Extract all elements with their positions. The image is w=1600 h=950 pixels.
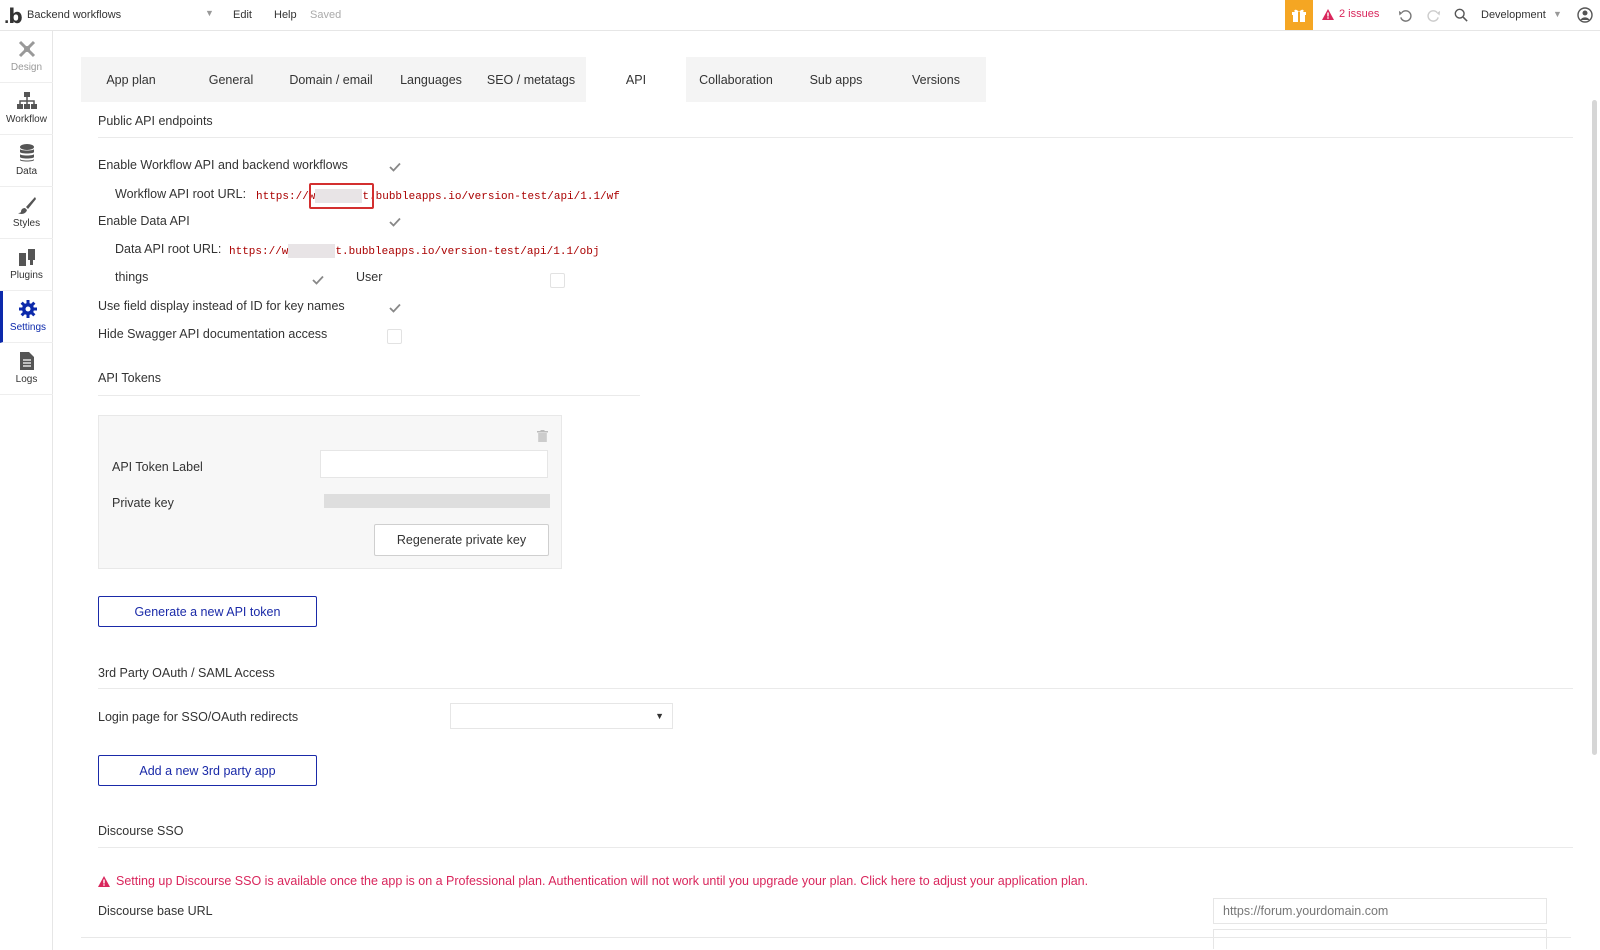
hide-swagger-checkbox[interactable] (387, 329, 402, 344)
sidebar-item-label: Styles (12, 218, 41, 229)
tab-seo-metatags[interactable]: SEO / metatags (481, 57, 581, 102)
sidebar-item-data[interactable]: Data (0, 135, 53, 187)
tab-api[interactable]: API (586, 57, 686, 102)
sidebar-item-settings[interactable]: Settings (0, 291, 53, 343)
divider (98, 688, 1573, 689)
sidebar-item-design[interactable]: Design (0, 31, 53, 83)
sidebar-item-logs[interactable]: Logs (0, 343, 53, 395)
section-title-api-tokens: API Tokens (98, 371, 162, 385)
warning-icon (98, 875, 110, 887)
scrollbar[interactable] (1592, 100, 1597, 755)
regenerate-private-key-button[interactable]: Regenerate private key (374, 524, 549, 556)
divider (98, 395, 640, 396)
sidebar-item-label: Plugins (10, 270, 43, 281)
trash-icon[interactable] (537, 430, 548, 445)
data-root-url[interactable]: https://w t.bubbleapps.io/version-test/ap… (229, 244, 599, 258)
enable-data-api-label: Enable Data API (98, 214, 190, 228)
document-icon (19, 352, 34, 370)
field-display-label: Use field display instead of ID for key … (98, 299, 345, 313)
chevron-down-icon: ▼ (655, 711, 664, 721)
sidebar-item-label: Design (10, 62, 43, 73)
highlight-box (309, 183, 374, 209)
divider (98, 137, 1573, 138)
divider (81, 937, 1571, 938)
checkmark-icon (389, 162, 401, 172)
data-root-url-label: Data API root URL: (115, 242, 222, 256)
left-sidebar: Design Workflow Data Styles Plugins Sett… (0, 31, 53, 950)
login-page-dropdown[interactable]: ▼ (450, 703, 673, 729)
api-token-label-label: API Token Label (112, 460, 203, 474)
tab-versions[interactable]: Versions (886, 57, 986, 102)
discourse-base-url-label: Discourse base URL (98, 904, 213, 918)
page-selector[interactable]: Backend workflows (27, 9, 121, 21)
warning-icon (1322, 8, 1334, 20)
generate-api-token-button[interactable]: Generate a new API token (98, 596, 317, 627)
issues-indicator[interactable]: 2 issues (1322, 8, 1379, 20)
gear-icon (19, 300, 37, 318)
sidebar-item-styles[interactable]: Styles (0, 187, 53, 239)
sidebar-item-label: Workflow (6, 114, 47, 125)
redo-icon[interactable] (1424, 6, 1442, 24)
workflow-root-url-label: Workflow API root URL: (115, 187, 247, 201)
save-status: Saved (310, 9, 342, 21)
hide-swagger-label: Hide Swagger API documentation access (98, 327, 328, 341)
chevron-down-icon[interactable]: ▼ (205, 8, 214, 18)
issues-count: 2 issues (1339, 8, 1380, 20)
bubble-logo[interactable]: .b (4, 4, 23, 28)
gift-button[interactable] (1285, 0, 1313, 30)
section-title-discourse: Discourse SSO (98, 824, 184, 838)
section-title-public-api: Public API endpoints (98, 114, 213, 128)
data-type-user-checkbox[interactable] (550, 273, 565, 288)
sidebar-item-plugins[interactable]: Plugins (0, 239, 53, 291)
data-type-things-label: things (115, 270, 149, 284)
discourse-plan-warning[interactable]: Setting up Discourse SSO is available on… (98, 874, 1088, 888)
tab-domain-email[interactable]: Domain / email (281, 57, 381, 102)
enable-data-api-checkbox[interactable] (387, 214, 403, 230)
divider (98, 847, 1573, 848)
tab-sub-apps[interactable]: Sub apps (786, 57, 886, 102)
section-title-oauth: 3rd Party OAuth / SAML Access (98, 666, 275, 680)
checkmark-icon (389, 217, 401, 227)
checkmark-icon (312, 275, 324, 285)
sidebar-item-label: Logs (15, 374, 38, 385)
plug-icon (18, 249, 35, 266)
tab-app-plan[interactable]: App plan (81, 57, 181, 102)
edit-menu[interactable]: Edit (233, 9, 252, 21)
tab-general[interactable]: General (181, 57, 281, 102)
private-key-value (324, 494, 550, 508)
top-bar: .b Backend workflows ▼ Edit Help Saved 2… (0, 0, 1600, 31)
user-account-icon[interactable] (1576, 6, 1594, 24)
field-display-checkbox[interactable] (387, 300, 403, 316)
sidebar-item-workflow[interactable]: Workflow (0, 83, 53, 135)
sidebar-item-label: Data (15, 166, 38, 177)
help-menu[interactable]: Help (274, 9, 297, 21)
redacted-text (288, 244, 336, 258)
data-type-things-checkbox[interactable] (310, 272, 326, 288)
enable-workflow-checkbox[interactable] (387, 159, 403, 175)
gift-icon (1292, 9, 1306, 22)
undo-icon[interactable] (1396, 6, 1414, 24)
tab-languages[interactable]: Languages (381, 57, 481, 102)
enable-workflow-label: Enable Workflow API and backend workflow… (98, 158, 348, 172)
data-type-user-label: User (356, 270, 383, 284)
brush-icon (17, 197, 36, 214)
api-token-label-input[interactable] (320, 450, 548, 478)
chevron-down-icon[interactable]: ▼ (1553, 9, 1562, 19)
discourse-secret-input[interactable] (1213, 929, 1547, 949)
database-icon (19, 144, 34, 162)
checkmark-icon (389, 303, 401, 313)
sidebar-item-label: Settings (9, 322, 47, 333)
settings-tabs: App plan General Domain / email Language… (81, 57, 986, 102)
workflow-icon (16, 92, 37, 109)
search-icon[interactable] (1452, 6, 1470, 24)
warning-text: Setting up Discourse SSO is available on… (116, 874, 1089, 888)
private-key-label: Private key (112, 496, 174, 510)
tab-collaboration[interactable]: Collaboration (686, 57, 786, 102)
add-third-party-app-button[interactable]: Add a new 3rd party app (98, 755, 317, 786)
discourse-base-url-input[interactable]: https://forum.yourdomain.com (1213, 898, 1547, 924)
login-page-label: Login page for SSO/OAuth redirects (98, 710, 299, 724)
environment-selector[interactable]: Development (1481, 9, 1546, 21)
design-icon (18, 40, 35, 58)
